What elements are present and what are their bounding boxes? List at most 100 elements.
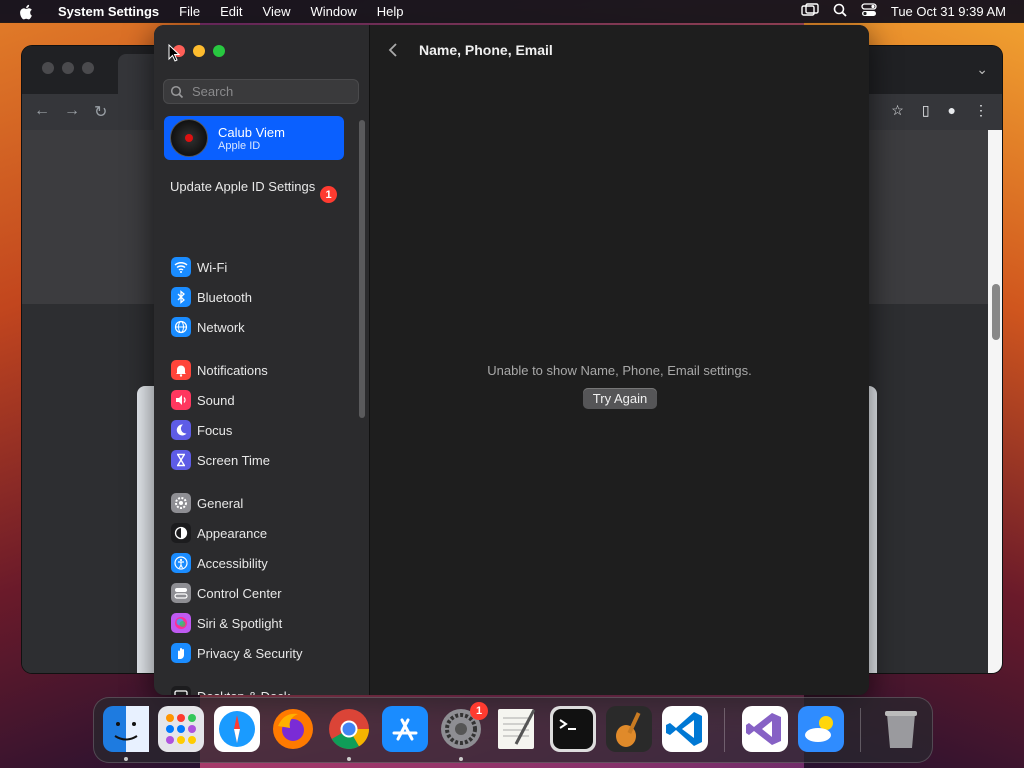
account-name: Calub Viem [218, 124, 285, 140]
sidebar-item-label: Siri & Spotlight [197, 615, 283, 631]
safari-icon[interactable] [214, 706, 260, 752]
menu-help[interactable]: Help [367, 4, 414, 19]
sidebar-item-general[interactable]: General [171, 492, 243, 514]
wifi-icon [171, 257, 191, 277]
sidebar-item-screen-time[interactable]: Screen Time [171, 449, 270, 471]
menu-edit[interactable]: Edit [210, 4, 252, 19]
tab-search-chevron-icon[interactable]: ⌄ [976, 61, 988, 78]
finder-icon[interactable] [103, 706, 149, 752]
menu-app-name[interactable]: System Settings [48, 4, 169, 19]
update-apple-id-settings-item[interactable]: Update Apple ID Settings [170, 179, 340, 195]
bell-icon [171, 360, 191, 380]
sidebar-item-wi-fi[interactable]: Wi-Fi [171, 256, 227, 278]
sidebar-item-accessibility[interactable]: Accessibility [171, 552, 268, 574]
dock-icon [171, 686, 191, 695]
sidebar-item-label: Notifications [197, 362, 268, 378]
sidebar-item-focus[interactable]: Focus [171, 419, 232, 441]
account-subtitle: Apple ID [218, 139, 261, 152]
avatar [170, 119, 208, 157]
dock-separator [860, 708, 861, 752]
spotlight-search-icon[interactable] [833, 3, 847, 20]
search-input[interactable] [190, 83, 354, 100]
browser-menu-icon[interactable]: ⋮ [974, 102, 988, 119]
sidebar-item-label: Desktop & Dock [197, 689, 290, 696]
terminal-icon[interactable] [550, 706, 596, 752]
control-center-icon [171, 583, 191, 603]
profile-icon[interactable]: ● [948, 102, 956, 119]
bookmark-star-icon[interactable]: ☆ [891, 102, 904, 119]
weather-icon[interactable] [798, 706, 844, 752]
notification-badge: 1 [320, 186, 337, 203]
globe-icon [171, 317, 191, 337]
vscode-icon[interactable] [662, 706, 708, 752]
sidebar-item-label: Bluetooth [197, 289, 252, 305]
app-store-icon[interactable] [382, 706, 428, 752]
browser-reload-icon[interactable]: ↻ [94, 102, 107, 122]
visual-studio-icon[interactable] [742, 706, 788, 752]
minimize-button[interactable] [193, 45, 205, 57]
menu-file[interactable]: File [169, 4, 210, 19]
browser-scrollbar[interactable] [992, 284, 1000, 340]
settings-sidebar: Calub Viem Apple ID Update Apple ID Sett… [154, 25, 370, 695]
menu-view[interactable]: View [253, 4, 301, 19]
firefox-icon[interactable] [270, 706, 316, 752]
dock: 1 [93, 697, 933, 763]
browser-back-icon[interactable]: ← [34, 102, 50, 122]
gear-icon [171, 493, 191, 513]
search-icon [170, 85, 184, 99]
menu-clock[interactable]: Tue Oct 31 9:39 AM [891, 4, 1006, 19]
hourglass-icon [171, 450, 191, 470]
detail-pane: Name, Phone, Email Unable to show Name, … [370, 25, 869, 695]
apple-id-account-item[interactable]: Calub Viem Apple ID [164, 116, 344, 160]
side-panel-icon[interactable]: ▯ [922, 102, 930, 119]
bluetooth-icon [171, 287, 191, 307]
zoom-button[interactable] [213, 45, 225, 57]
page-title: Name, Phone, Email [419, 42, 553, 58]
running-indicator [459, 757, 463, 761]
sidebar-item-label: Control Center [197, 585, 282, 601]
apple-menu-icon[interactable] [18, 3, 36, 21]
siri-icon [171, 613, 191, 633]
sidebar-item-label: Appearance [197, 525, 268, 541]
chrome-icon[interactable] [326, 706, 372, 752]
accessibility-icon [171, 553, 191, 573]
sidebar-item-appearance[interactable]: Appearance [171, 522, 267, 544]
browser-forward-icon[interactable]: → [64, 102, 80, 122]
trash-icon[interactable] [878, 706, 924, 752]
garageband-icon[interactable] [606, 706, 652, 752]
menu-bar: System Settings File Edit View Window He… [0, 0, 1024, 23]
error-message: Unable to show Name, Phone, Email settin… [487, 363, 752, 378]
dock-notification-badge: 1 [470, 702, 488, 720]
mouse-cursor-icon [168, 43, 181, 67]
moon-icon [171, 420, 191, 440]
hand-icon [171, 643, 191, 663]
sidebar-item-siri-spotlight[interactable]: Siri & Spotlight [171, 612, 282, 634]
try-again-button[interactable]: Try Again [583, 388, 657, 409]
search-field[interactable] [163, 79, 359, 104]
control-center-menu-icon[interactable] [861, 3, 877, 20]
browser-window-controls [42, 62, 94, 74]
screen-mirroring-icon[interactable] [801, 3, 819, 20]
sidebar-item-network[interactable]: Network [171, 316, 245, 338]
sidebar-scrollbar[interactable] [359, 120, 365, 418]
sidebar-item-label: Screen Time [197, 452, 270, 468]
sidebar-item-desktop-dock[interactable]: Desktop & Dock [171, 685, 290, 695]
sidebar-item-bluetooth[interactable]: Bluetooth [171, 286, 252, 308]
sidebar-item-sound[interactable]: Sound [171, 389, 235, 411]
running-indicator [124, 757, 128, 761]
sidebar-item-notifications[interactable]: Notifications [171, 359, 268, 381]
sidebar-item-label: Focus [197, 422, 233, 438]
textedit-icon[interactable] [494, 706, 540, 752]
window-controls [173, 45, 225, 57]
sidebar-item-label: General [197, 495, 244, 511]
back-chevron-icon[interactable] [388, 42, 398, 63]
sidebar-item-label: Network [197, 319, 245, 335]
sidebar-item-control-center[interactable]: Control Center [171, 582, 282, 604]
sidebar-item-label: Wi-Fi [197, 259, 228, 275]
menu-window[interactable]: Window [300, 4, 366, 19]
system-settings-window: Calub Viem Apple ID Update Apple ID Sett… [154, 25, 869, 695]
sidebar-item-privacy-security[interactable]: Privacy & Security [171, 642, 302, 664]
sidebar-item-label: Sound [197, 392, 235, 408]
launchpad-icon[interactable] [158, 706, 204, 752]
sidebar-item-label: Privacy & Security [197, 645, 303, 661]
